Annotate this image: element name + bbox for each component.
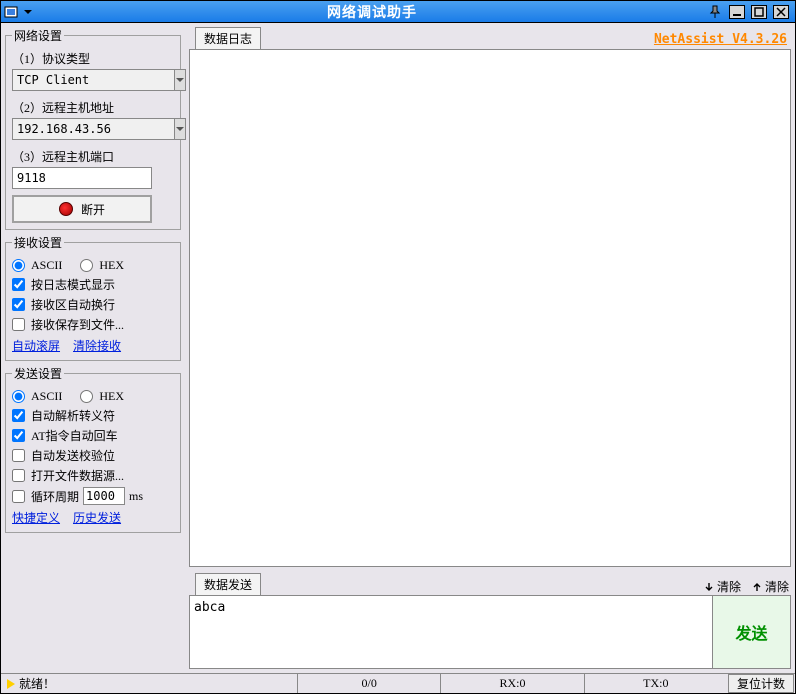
play-icon [7,679,15,689]
auto-escape-label: 自动解析转义符 [31,407,115,424]
arrow-down-icon [703,581,715,593]
network-settings-legend: 网络设置 [12,27,64,44]
record-icon [59,202,73,216]
send-tab[interactable]: 数据发送 [195,573,261,595]
close-button[interactable] [773,5,789,19]
arrow-up-icon [751,581,763,593]
proto-label: （1）协议类型 [12,50,174,67]
status-ready: 就绪！ [19,675,55,692]
log-mode-label: 按日志模式显示 [31,276,115,293]
open-file-label: 打开文件数据源... [31,467,124,484]
status-counts: 0/0 [297,674,440,693]
open-file-check[interactable] [12,469,25,482]
send-hex-label: HEX [99,389,124,404]
save-file-check[interactable] [12,318,25,331]
auto-wrap-label: 接收区自动换行 [31,296,115,313]
pin-icon[interactable] [707,4,723,20]
reset-count-button[interactable]: 复位计数 [728,674,794,693]
send-settings-group: 发送设置 ASCII HEX 自动解析转义符 AT指令自动回车 [5,365,181,533]
send-ascii-label: ASCII [31,389,62,404]
auto-wrap-check[interactable] [12,298,25,311]
send-hex-radio[interactable] [80,390,93,403]
window-controls [707,4,795,20]
clear1-label: 清除 [717,578,741,595]
clear-up-action[interactable]: 清除 [751,578,789,595]
network-settings-group: 网络设置 （1）协议类型 （2）远程主机地址 （3）远程主机端口 [5,27,181,230]
status-rx: RX:0 [440,674,583,693]
clear-recv-link[interactable]: 清除接收 [73,339,121,353]
auto-crc-check[interactable] [12,449,25,462]
at-return-check[interactable] [12,429,25,442]
quick-def-link[interactable]: 快捷定义 [12,511,60,525]
status-tx: TX:0 [584,674,727,693]
history-link[interactable]: 历史发送 [73,511,121,525]
auto-crc-label: 自动发送校验位 [31,447,115,464]
at-return-label: AT指令自动回车 [31,427,118,444]
host-label: （2）远程主机地址 [12,99,174,116]
send-row: 发送 [189,595,791,669]
send-button[interactable]: 发送 [712,596,790,668]
disconnect-button[interactable]: 断开 [12,195,152,223]
recv-hex-label: HEX [99,258,124,273]
port-label: （3）远程主机端口 [12,148,174,165]
send-textarea[interactable] [190,596,712,668]
log-mode-check[interactable] [12,278,25,291]
loop-label: 循环周期 [31,488,79,505]
send-header: 数据发送 清除 清除 [189,573,791,595]
recv-ascii-label: ASCII [31,258,62,273]
clear-down-action[interactable]: 清除 [703,578,741,595]
host-input[interactable] [12,118,175,140]
auto-scroll-link[interactable]: 自动滚屏 [12,339,60,353]
proto-combo[interactable] [12,69,152,91]
recv-settings-group: 接收设置 ASCII HEX 按日志模式显示 接收区自动换行 接 [5,234,181,361]
titlebar: 网络调试助手 [1,1,795,23]
log-tabbar: 数据日志 NetAssist V4.3.26 [189,27,791,49]
port-input[interactable] [12,167,152,189]
save-file-label: 接收保存到文件... [31,316,124,333]
chevron-down-icon[interactable] [175,118,186,140]
minimize-button[interactable] [729,5,745,19]
statusbar: 就绪！ 0/0 RX:0 TX:0 复位计数 [1,673,795,693]
send-settings-legend: 发送设置 [12,365,64,382]
right-panel: 数据日志 NetAssist V4.3.26 数据发送 清除 清除 [189,27,791,669]
chevron-down-icon[interactable] [175,69,186,91]
auto-escape-check[interactable] [12,409,25,422]
log-box[interactable] [189,49,791,567]
brand-label[interactable]: NetAssist V4.3.26 [654,32,787,47]
app-icon [3,4,19,20]
loop-value-input[interactable] [83,487,125,505]
sysmenu-area [1,4,37,20]
proto-input[interactable] [12,69,175,91]
loop-check[interactable] [12,490,25,503]
log-tab[interactable]: 数据日志 [195,27,261,49]
host-combo[interactable] [12,118,152,140]
loop-unit: ms [129,489,143,504]
left-panel: 网络设置 （1）协议类型 （2）远程主机地址 （3）远程主机端口 [5,27,181,669]
recv-hex-radio[interactable] [80,259,93,272]
disconnect-label: 断开 [81,201,105,218]
dropdown-icon[interactable] [20,4,36,20]
maximize-button[interactable] [751,5,767,19]
app-window: 网络调试助手 网络设置 （1）协议类型 [0,0,796,694]
clear2-label: 清除 [765,578,789,595]
send-ascii-radio[interactable] [12,390,25,403]
content: 网络设置 （1）协议类型 （2）远程主机地址 （3）远程主机端口 [1,23,795,673]
recv-settings-legend: 接收设置 [12,234,64,251]
send-button-label: 发送 [735,620,767,644]
window-title: 网络调试助手 [37,2,707,22]
recv-ascii-radio[interactable] [12,259,25,272]
